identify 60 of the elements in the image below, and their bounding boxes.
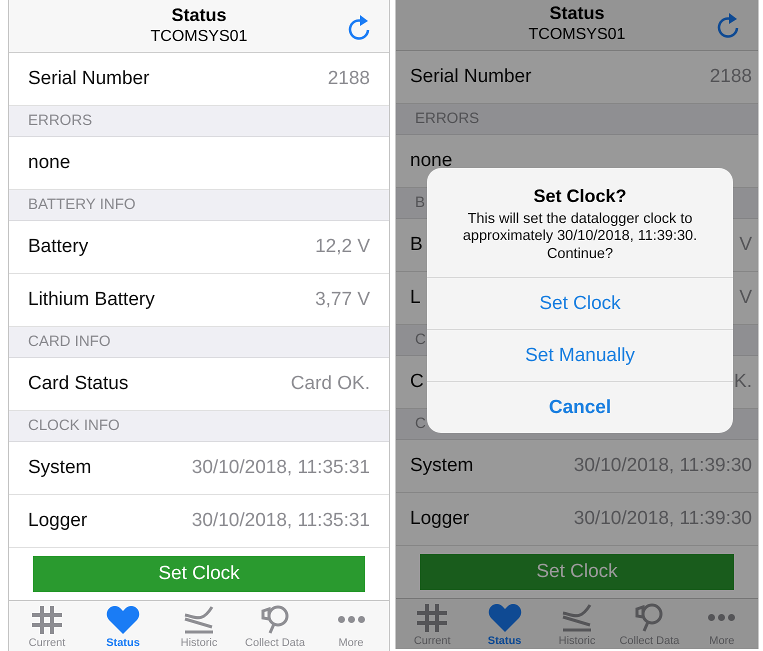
dialog-title: Set Clock?	[532, 185, 628, 207]
row-value: 30/10/2018, 11:39:30	[574, 508, 752, 530]
section-header: BATTERY INFO	[9, 190, 389, 221]
tab[interactable]: Status	[85, 600, 161, 651]
tab[interactable]: Current	[396, 598, 468, 649]
row-label: L	[410, 286, 421, 309]
row-value: 2188	[328, 68, 370, 90]
more-dots-icon	[708, 614, 736, 622]
row-label: none	[410, 150, 452, 172]
dialog-action-button[interactable]: Cancel	[427, 381, 733, 434]
row-label: Lithium Battery	[28, 288, 155, 311]
row-value: K.	[734, 370, 752, 393]
refresh-icon[interactable]	[716, 12, 740, 38]
device-name: TCOMSYS01	[150, 28, 248, 46]
more-dots-icon	[338, 616, 364, 624]
tab[interactable]: More	[686, 598, 758, 649]
set-clock-button[interactable]: Set Clock	[33, 556, 365, 592]
screen-title: Status	[549, 3, 604, 24]
row-label: Battery	[28, 236, 88, 258]
row-value: 3,77 V	[315, 288, 370, 311]
row-label: Card Status	[28, 372, 128, 395]
section-header: CLOCK INFO	[9, 410, 389, 442]
hash-icon	[415, 602, 450, 633]
row-label: Logger	[28, 510, 88, 532]
tab[interactable]: Status	[468, 598, 541, 649]
heart-icon	[488, 602, 522, 633]
row-value: V	[739, 286, 752, 309]
hash-icon	[30, 604, 64, 635]
row-value: 12,2 V	[315, 236, 370, 258]
graph-lines-icon	[182, 604, 216, 635]
dialog-action-button[interactable]: Set Manually	[427, 329, 733, 382]
refresh-icon[interactable]	[347, 14, 371, 40]
row-label: Logger	[410, 508, 470, 530]
row-label: System	[410, 454, 474, 477]
heart-icon	[106, 604, 140, 635]
section-header: CARD INFO	[9, 326, 389, 358]
device-name: TCOMSYS01	[528, 26, 626, 44]
row-value: Card OK.	[290, 372, 370, 395]
row-label: C	[410, 370, 424, 393]
row-value: 30/10/2018, 11:35:31	[192, 510, 370, 532]
row-label: Serial Number	[28, 68, 150, 90]
tab[interactable]: Current	[9, 600, 85, 651]
tab[interactable]: Collect Data	[237, 600, 313, 651]
tab[interactable]: Historic	[540, 598, 614, 649]
screen-title: Status	[171, 5, 226, 26]
section-header: ERRORS	[396, 104, 758, 135]
row-value: 30/10/2018, 11:35:31	[192, 456, 370, 479]
row-value: 2188	[710, 66, 752, 88]
row-label: Serial Number	[410, 66, 532, 88]
tab[interactable]: More	[313, 600, 389, 651]
row-label: B	[410, 234, 423, 256]
tab[interactable]: Collect Data	[613, 598, 686, 649]
tab[interactable]: Historic	[161, 600, 237, 651]
set-clock-button[interactable]: Set Clock	[420, 554, 734, 590]
dialog-action-button[interactable]: Set Clock	[427, 277, 733, 330]
row-label: System	[28, 456, 92, 479]
row-value: V	[739, 234, 752, 256]
row-label: none	[28, 152, 70, 174]
section-header: ERRORS	[9, 106, 389, 137]
row-value: 30/10/2018, 11:39:30	[574, 454, 752, 477]
